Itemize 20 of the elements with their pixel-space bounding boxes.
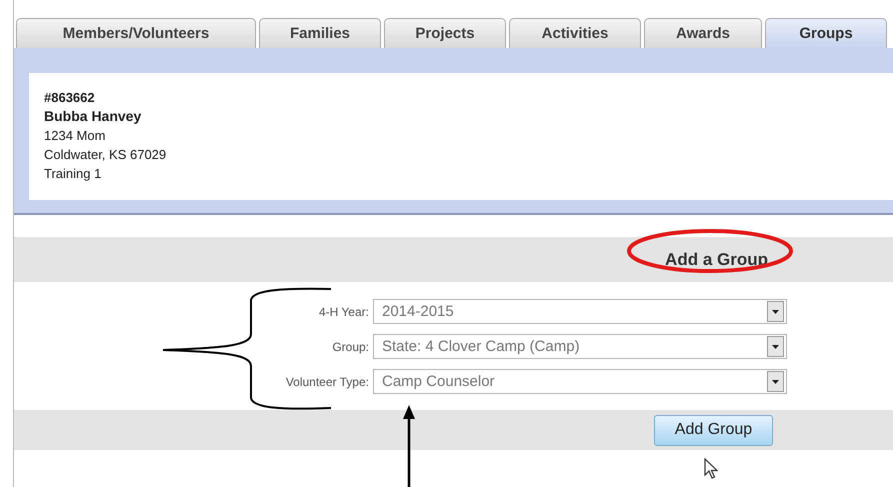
section-title: Add a Group [665, 250, 768, 270]
tab[interactable]: Members/Volunteers [16, 18, 256, 48]
cursor-icon [704, 458, 718, 479]
member-name: Bubba Hanvey [44, 107, 142, 126]
member-id: #863662 [44, 89, 96, 107]
field-label: Volunteer Type: [284, 374, 370, 388]
add-group-button[interactable]: Add Group [654, 414, 773, 446]
member-detail: Coldwater, KS 67029 [44, 146, 168, 164]
dropdown[interactable]: State: 4 Clover Camp (Camp) [373, 334, 787, 359]
dropdown[interactable]: 2014-2015 [373, 299, 787, 324]
member-detail: 1234 Mom [44, 127, 106, 145]
tab[interactable]: Groups [765, 18, 887, 48]
member-detail: Training 1 [44, 165, 102, 183]
tab[interactable]: Awards [644, 18, 762, 48]
tab[interactable]: Activities [509, 18, 641, 48]
field-label: Group: [331, 340, 370, 354]
tab[interactable]: Projects [384, 18, 506, 48]
field-label: 4-H Year: [318, 304, 370, 318]
tab[interactable]: Families [259, 18, 381, 48]
dropdown[interactable]: Camp Counselor [373, 369, 787, 394]
